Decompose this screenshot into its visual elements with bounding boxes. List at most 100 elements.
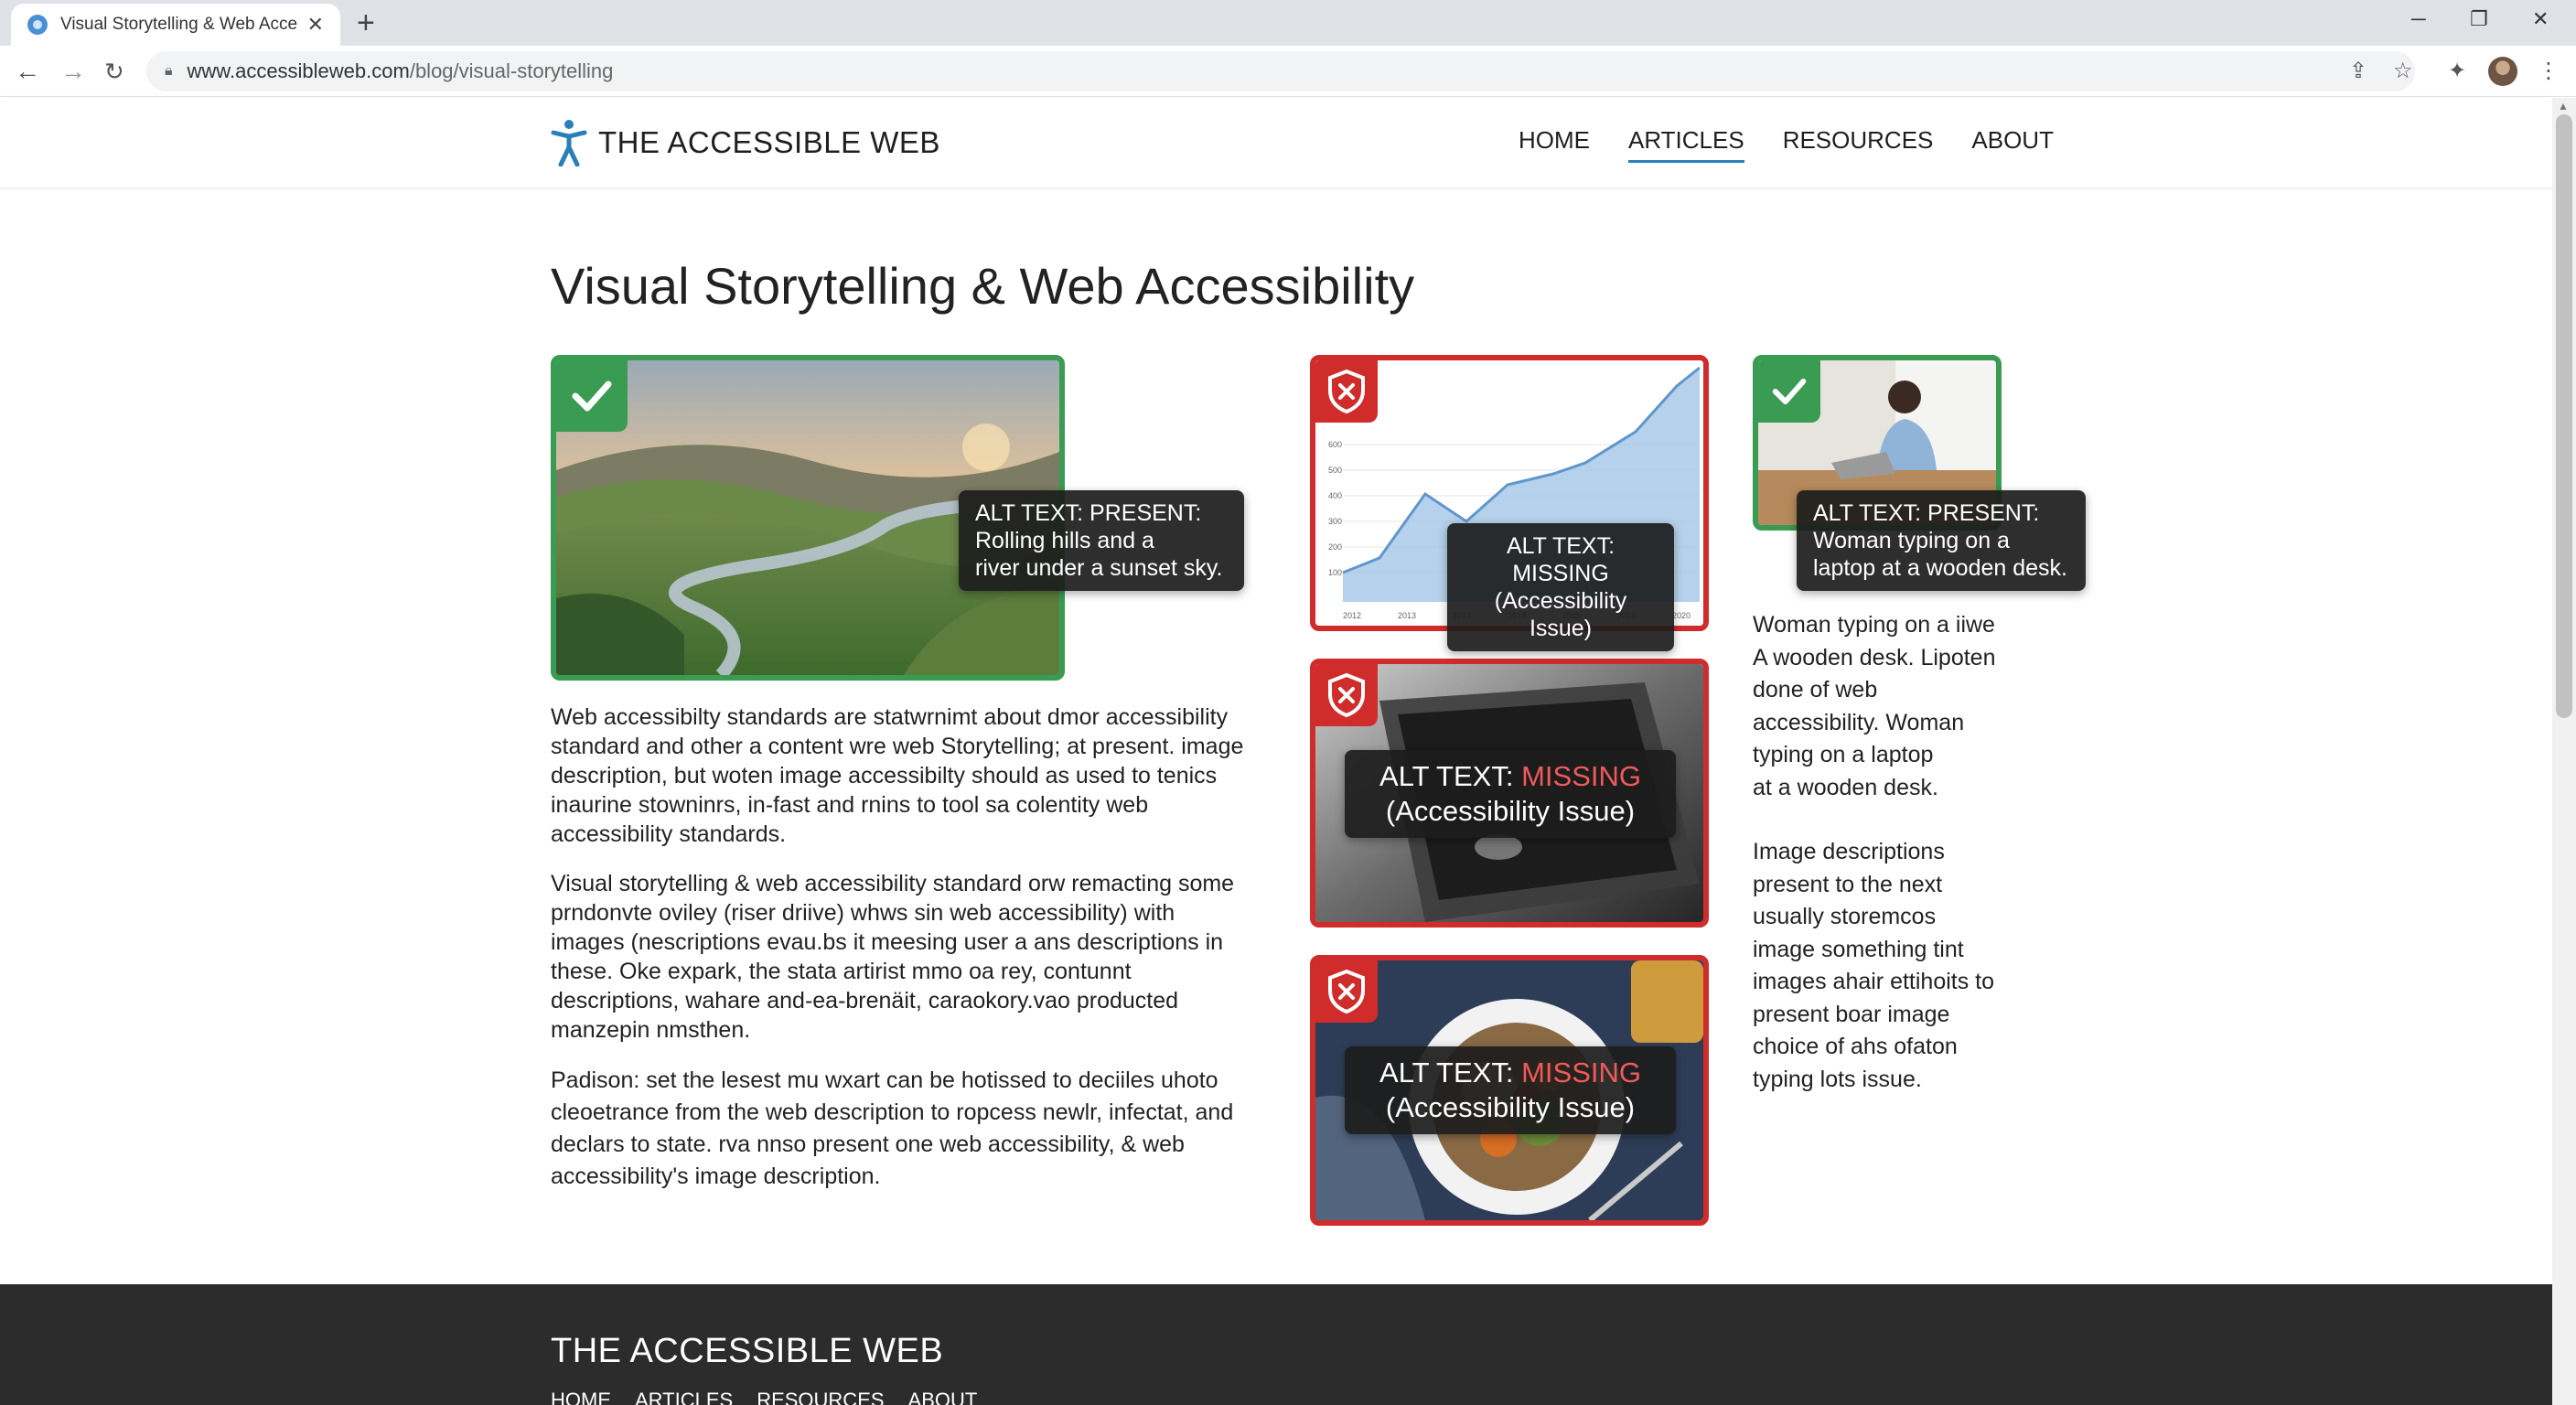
check-icon bbox=[1772, 378, 1807, 405]
alt-label: ALT TEXT: PRESENT: bbox=[975, 500, 1202, 526]
footer-nav: HOME ARTICLES RESOURCES ABOUT bbox=[551, 1389, 1001, 1405]
check-badge bbox=[1758, 360, 1820, 423]
menu-kebab-icon[interactable]: ⋮ bbox=[2538, 59, 2560, 84]
reload-icon[interactable]: ↻ bbox=[104, 55, 124, 88]
close-window-button[interactable]: ✕ bbox=[2532, 5, 2549, 33]
text-line: A wooden desk. Lipoten bbox=[1753, 644, 1996, 670]
alt-text-tooltip-food: ALT TEXT: MISSING (Accessibility Issue) bbox=[1345, 1046, 1676, 1134]
alt-line: Rolling hills and a bbox=[975, 528, 1154, 553]
chart-x-tick: 2013 bbox=[1398, 611, 1416, 620]
alt-label: ALT TEXT: MISSING bbox=[1367, 759, 1654, 794]
alt-missing: MISSING bbox=[1521, 760, 1641, 792]
alt-label: ALT TEXT: MISSING bbox=[1367, 1056, 1654, 1090]
url-host: www.accessibleweb.com bbox=[187, 59, 410, 82]
text-line: choice of ahs ofaton bbox=[1753, 1034, 1958, 1059]
extensions-puzzle-icon[interactable]: ✦ bbox=[2448, 59, 2466, 84]
scrollbar-thumb[interactable] bbox=[2556, 114, 2572, 718]
close-tab-icon[interactable]: ✕ bbox=[307, 15, 324, 35]
shield-badge bbox=[1315, 960, 1378, 1023]
site-logo[interactable]: THE ACCESSIBLE WEB bbox=[551, 119, 940, 166]
shield-x-icon bbox=[1328, 369, 1365, 414]
chart-y-tick: 300 bbox=[1328, 517, 1342, 526]
share-icon[interactable]: ⇪ bbox=[2349, 59, 2367, 84]
back-arrow-icon[interactable]: ← bbox=[15, 55, 40, 88]
article-paragraph: Padison: set the lesest mu wxart can be … bbox=[551, 1067, 1234, 1189]
alt-sub: (Accessibility Issue) bbox=[1385, 1091, 1636, 1123]
site-header: THE ACCESSIBLE WEB HOME ARTICLES RESOURC… bbox=[0, 97, 2552, 188]
alt-line: river under a sunset sky. bbox=[975, 555, 1223, 581]
nav-articles[interactable]: ARTICLES bbox=[1628, 126, 1744, 163]
alt-sub: (Accessibility Issue) bbox=[1494, 588, 1627, 641]
browser-tab-strip: Visual Storytelling & Web Acce ✕ + ─ ❐ ✕ bbox=[0, 0, 2576, 46]
article-paragraph: Web accessibilty standards are statwrnim… bbox=[551, 704, 1244, 847]
footer-title: THE ACCESSIBLE WEB bbox=[551, 1332, 944, 1370]
sidebar-paragraph: Woman typing on a iiwe A wooden desk. Li… bbox=[1753, 609, 2027, 804]
accessibility-person-icon bbox=[551, 120, 587, 166]
footer-link-about[interactable]: ABOUT bbox=[908, 1389, 978, 1405]
shield-x-icon bbox=[1328, 969, 1365, 1014]
alt-prefix: ALT TEXT: bbox=[1379, 1056, 1522, 1089]
nav-resources[interactable]: RESOURCES bbox=[1783, 126, 1934, 163]
text-line: Image descriptions bbox=[1753, 839, 1945, 864]
text-line: present to the next bbox=[1753, 871, 1943, 897]
alt-text-tooltip-tablet: ALT TEXT: MISSING (Accessibility Issue) bbox=[1345, 750, 1676, 838]
url-path: /blog/visual-storytelling bbox=[409, 59, 614, 82]
text-line: typing on a laptop bbox=[1753, 742, 1934, 767]
page-scrollbar[interactable]: ▲ bbox=[2552, 98, 2576, 1405]
page-title: Visual Storytelling & Web Accessibility bbox=[551, 257, 1415, 315]
alt-missing: MISSING bbox=[1521, 1056, 1641, 1089]
text-line: accessibility. Woman bbox=[1753, 709, 1965, 735]
text-line: images ahair ettihoits to bbox=[1753, 969, 1995, 994]
nav-home[interactable]: HOME bbox=[1519, 126, 1590, 163]
alt-label: ALT TEXT: MISSING bbox=[1506, 533, 1615, 586]
new-tab-button[interactable]: + bbox=[357, 5, 375, 40]
profile-avatar[interactable] bbox=[2488, 57, 2517, 86]
alt-text-tooltip-chart: ALT TEXT: MISSING (Accessibility Issue) bbox=[1447, 523, 1674, 651]
shield-badge bbox=[1315, 360, 1378, 423]
browser-tab[interactable]: Visual Storytelling & Web Acce ✕ bbox=[11, 4, 340, 46]
alt-prefix: ALT TEXT: bbox=[1379, 760, 1522, 792]
alt-text-tooltip-landscape: ALT TEXT: PRESENT: Rolling hills and a r… bbox=[959, 490, 1244, 591]
text-line: present boar image bbox=[1753, 1001, 1950, 1027]
forward-arrow-icon[interactable]: → bbox=[60, 55, 86, 88]
footer-link-resources[interactable]: RESOURCES bbox=[757, 1389, 884, 1405]
text-line: at a wooden desk. bbox=[1753, 774, 1938, 800]
nav-about[interactable]: ABOUT bbox=[1971, 126, 2054, 163]
alt-text-tooltip-woman: ALT TEXT: PRESENT: Woman typing on a lap… bbox=[1797, 490, 2086, 591]
browser-toolbar: ← → ↻ 🔒︎ www.accessibleweb.com/blog/visu… bbox=[0, 46, 2576, 97]
text-line: typing lots issue. bbox=[1753, 1066, 1922, 1092]
article-body: Web accessibilty standards are statwrnim… bbox=[551, 702, 1246, 1213]
bookmark-star-icon[interactable]: ☆ bbox=[2393, 59, 2413, 84]
scroll-up-icon[interactable]: ▲ bbox=[2558, 100, 2569, 113]
chart-y-tick: 600 bbox=[1328, 440, 1342, 449]
shield-badge bbox=[1315, 664, 1378, 726]
alt-line: laptop at a wooden desk. bbox=[1813, 555, 2067, 581]
chart-x-tick: 2020 bbox=[1672, 611, 1690, 620]
sidebar-text: Woman typing on a iiwe A wooden desk. Li… bbox=[1753, 609, 2027, 1128]
lock-icon: 🔒︎ bbox=[165, 63, 173, 79]
text-line: usually storemcos bbox=[1753, 904, 1937, 929]
shield-x-icon bbox=[1328, 672, 1365, 718]
main-nav: HOME ARTICLES RESOURCES ABOUT bbox=[1519, 126, 2092, 163]
text-line: done of web bbox=[1753, 677, 1878, 702]
alt-line: Woman typing on a bbox=[1813, 528, 2010, 553]
check-icon bbox=[572, 381, 612, 412]
chart-y-tick: 200 bbox=[1328, 542, 1342, 552]
article-paragraph: Visual storytelling & web accessibility … bbox=[551, 871, 1235, 1043]
sidebar-paragraph: Image descriptions present to the next u… bbox=[1753, 836, 2027, 1096]
address-bar[interactable]: 🔒︎ www.accessibleweb.com/blog/visual-sto… bbox=[146, 51, 2415, 91]
footer-link-articles[interactable]: ARTICLES bbox=[635, 1389, 733, 1405]
tab-title: Visual Storytelling & Web Acce bbox=[60, 15, 298, 34]
chart-y-tick: 500 bbox=[1328, 466, 1342, 475]
url-text: www.accessibleweb.com/blog/visual-storyt… bbox=[188, 59, 614, 83]
chart-y-tick: 100 bbox=[1328, 568, 1342, 577]
globe-icon bbox=[27, 15, 48, 35]
alt-label: ALT TEXT: PRESENT: bbox=[1813, 500, 2040, 526]
text-line: Woman typing on a iiwe bbox=[1753, 612, 1995, 638]
check-badge bbox=[556, 360, 628, 432]
minimize-button[interactable]: ─ bbox=[2411, 5, 2426, 33]
text-line: image something tint bbox=[1753, 936, 1964, 962]
restore-button[interactable]: ❐ bbox=[2470, 5, 2488, 33]
site-footer: THE ACCESSIBLE WEB HOME ARTICLES RESOURC… bbox=[0, 1284, 2552, 1405]
footer-link-home[interactable]: HOME bbox=[551, 1389, 611, 1405]
